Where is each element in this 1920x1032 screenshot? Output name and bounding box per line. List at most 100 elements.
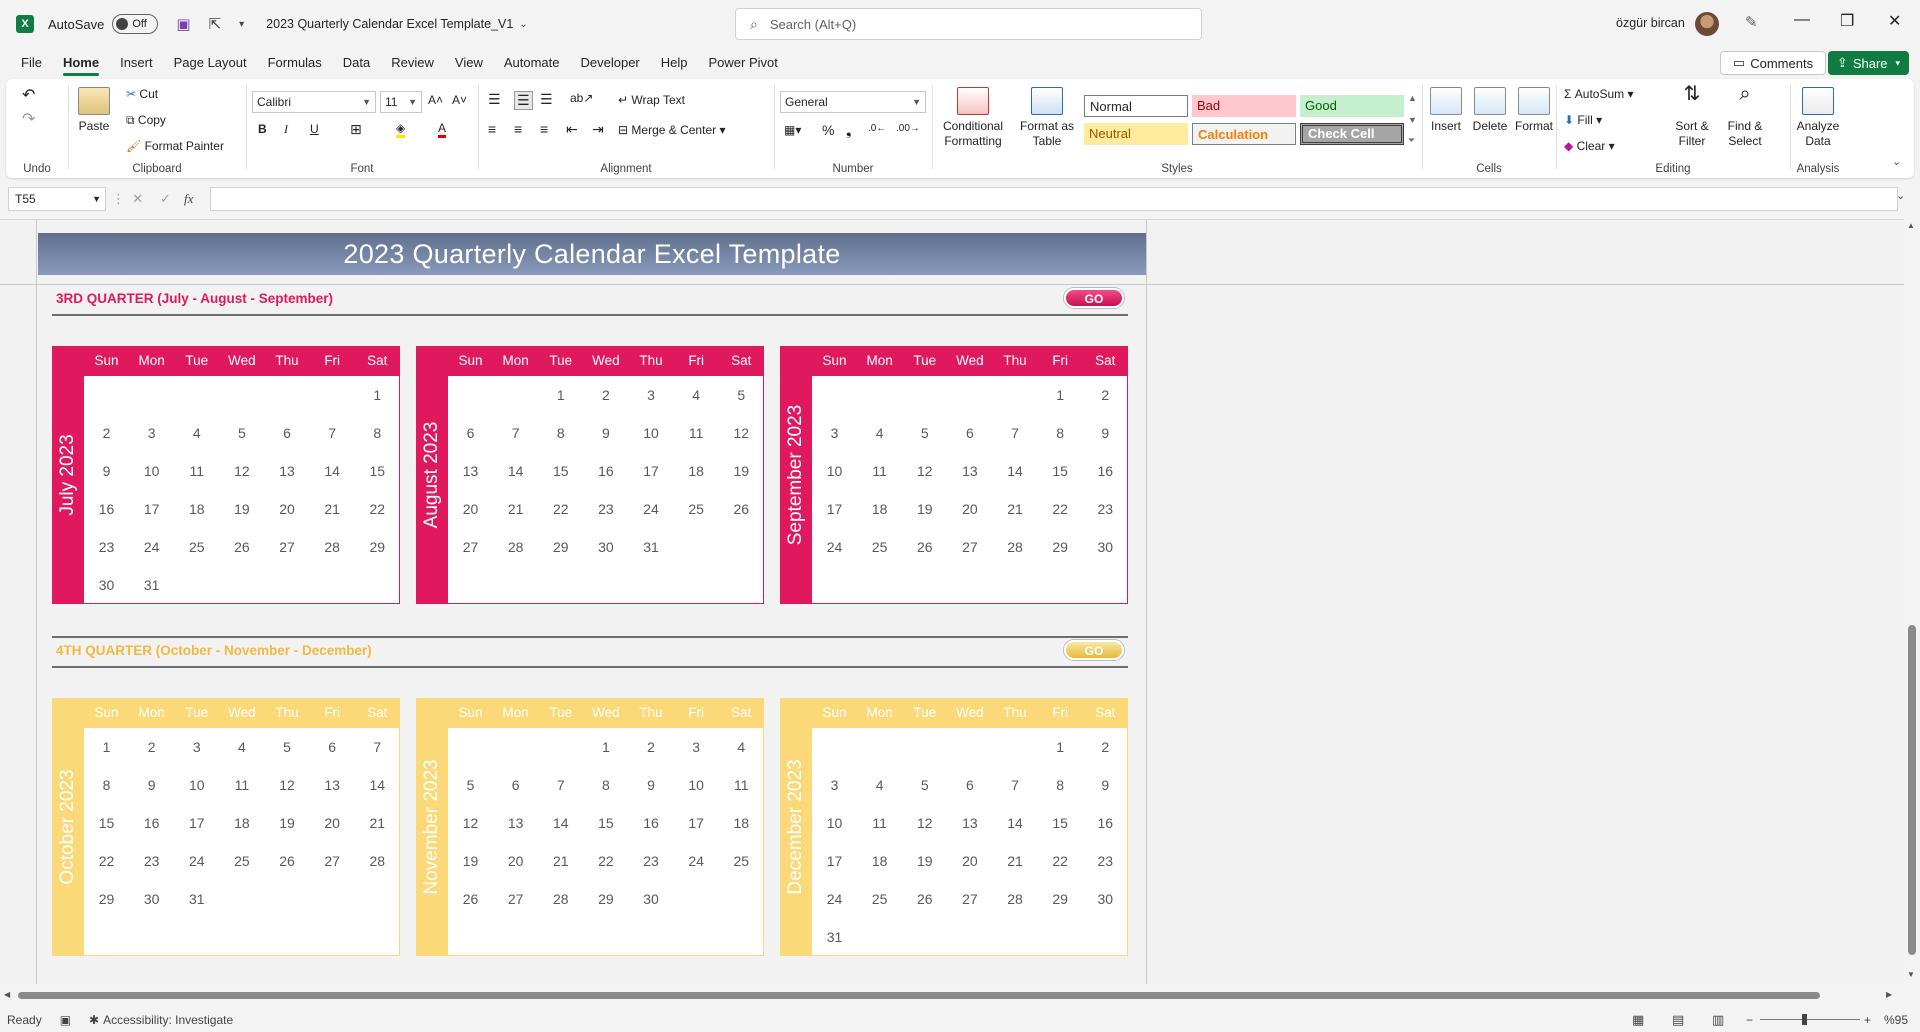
insert-function-button[interactable]: fx <box>184 191 193 207</box>
decrease-decimal-icon[interactable]: .00→ <box>896 123 920 134</box>
day-cell[interactable]: 20 <box>448 490 493 528</box>
day-cell[interactable]: 13 <box>448 452 493 490</box>
day-cell[interactable]: 11 <box>857 804 902 842</box>
day-cell[interactable]: 21 <box>993 490 1038 528</box>
horizontal-scroll-thumb[interactable] <box>18 992 1820 999</box>
day-cell[interactable]: 17 <box>129 490 174 528</box>
day-cell[interactable]: 5 <box>448 766 493 804</box>
day-cell[interactable]: 31 <box>629 528 674 566</box>
fill-color-icon[interactable]: ◈ <box>396 121 406 138</box>
day-cell[interactable]: 24 <box>812 880 857 918</box>
day-cell[interactable]: 21 <box>993 842 1038 880</box>
zoom-slider-thumb[interactable] <box>1802 1014 1807 1025</box>
day-cell[interactable]: 11 <box>857 452 902 490</box>
collapse-ribbon-icon[interactable]: ⌄ <box>1892 155 1901 168</box>
wrap-text-button[interactable]: ↵ Wrap Text <box>618 93 685 107</box>
style-calculation[interactable]: Calculation <box>1192 123 1296 145</box>
day-cell[interactable]: 21 <box>538 842 583 880</box>
copy-button[interactable]: ⧉ Copy <box>126 113 166 128</box>
save-icon[interactable]: ▣ <box>176 15 190 33</box>
day-cell[interactable]: 7 <box>355 728 400 766</box>
day-cell[interactable]: 1 <box>84 728 129 766</box>
analyze-data-button[interactable]: Analyze Data <box>1794 87 1842 149</box>
conditional-formatting-button[interactable]: Conditional Formatting <box>938 87 1008 149</box>
day-cell[interactable]: 8 <box>355 414 400 452</box>
day-cell[interactable]: 29 <box>583 880 628 918</box>
day-cell[interactable]: 4 <box>674 376 719 414</box>
day-cell[interactable]: 6 <box>493 766 538 804</box>
day-cell[interactable]: 17 <box>812 842 857 880</box>
day-cell[interactable]: 23 <box>1083 490 1128 528</box>
day-cell[interactable]: 12 <box>902 804 947 842</box>
day-cell[interactable]: 29 <box>1038 880 1083 918</box>
day-cell[interactable]: 8 <box>583 766 628 804</box>
day-cell[interactable]: 17 <box>812 490 857 528</box>
day-cell[interactable]: 10 <box>174 766 219 804</box>
sort-filter-button[interactable]: ⇅ Sort & Filter <box>1668 84 1716 149</box>
day-cell[interactable]: 13 <box>947 804 992 842</box>
find-select-button[interactable]: ⌕ Find & Select <box>1720 84 1770 149</box>
day-cell[interactable]: 31 <box>129 566 174 604</box>
day-cell[interactable]: 2 <box>84 414 129 452</box>
scroll-left-icon[interactable]: ◀ <box>4 990 10 999</box>
day-cell[interactable]: 20 <box>947 842 992 880</box>
style-good[interactable]: Good <box>1300 95 1404 117</box>
day-cell[interactable]: 7 <box>310 414 355 452</box>
day-cell[interactable]: 11 <box>174 452 219 490</box>
day-cell[interactable]: 30 <box>129 880 174 918</box>
day-cell[interactable]: 15 <box>538 452 583 490</box>
day-cell[interactable]: 26 <box>265 842 310 880</box>
user-name[interactable]: özgür bircan <box>1616 16 1685 30</box>
day-cell[interactable]: 27 <box>265 528 310 566</box>
orientation-icon[interactable]: ab↗ <box>570 91 593 105</box>
day-cell[interactable]: 15 <box>1038 452 1083 490</box>
day-cell[interactable]: 19 <box>902 490 947 528</box>
day-cell[interactable]: 13 <box>493 804 538 842</box>
fill-button[interactable]: ⬇ Fill ▾ <box>1564 113 1602 127</box>
day-cell[interactable]: 18 <box>857 842 902 880</box>
autosum-button[interactable]: Σ AutoSum ▾ <box>1564 87 1633 101</box>
day-cell[interactable]: 29 <box>355 528 400 566</box>
increase-font-icon[interactable]: A˄ <box>428 93 443 107</box>
day-cell[interactable]: 9 <box>1083 414 1128 452</box>
comments-button[interactable]: ▭ Comments <box>1720 51 1826 75</box>
day-cell[interactable]: 1 <box>1038 728 1083 766</box>
day-cell[interactable]: 3 <box>812 414 857 452</box>
day-cell[interactable]: 10 <box>629 414 674 452</box>
day-cell[interactable]: 8 <box>1038 414 1083 452</box>
day-cell[interactable]: 25 <box>174 528 219 566</box>
day-cell[interactable]: 5 <box>219 414 264 452</box>
day-cell[interactable]: 30 <box>1083 528 1128 566</box>
day-cell[interactable]: 17 <box>629 452 674 490</box>
day-cell[interactable]: 30 <box>84 566 129 604</box>
day-cell[interactable]: 11 <box>674 414 719 452</box>
zoom-slider[interactable] <box>1760 1019 1860 1020</box>
day-cell[interactable]: 30 <box>629 880 674 918</box>
tab-view[interactable]: View <box>455 48 483 78</box>
tab-insert[interactable]: Insert <box>120 48 153 78</box>
day-cell[interactable]: 27 <box>947 880 992 918</box>
day-cell[interactable]: 28 <box>538 880 583 918</box>
vertical-scroll-thumb[interactable] <box>1908 625 1916 955</box>
style-bad[interactable]: Bad <box>1192 95 1296 117</box>
day-cell[interactable]: 9 <box>583 414 628 452</box>
font-name-dropdown[interactable]: Calibri ▼ <box>252 91 376 113</box>
increase-indent-icon[interactable]: ⇥ <box>592 121 604 138</box>
redo-icon[interactable]: ↷ <box>22 109 35 129</box>
day-cell[interactable]: 1 <box>355 376 400 414</box>
day-cell[interactable]: 7 <box>993 414 1038 452</box>
day-cell[interactable]: 2 <box>583 376 628 414</box>
tab-data[interactable]: Data <box>343 48 370 78</box>
day-cell[interactable]: 17 <box>174 804 219 842</box>
day-cell[interactable]: 28 <box>993 528 1038 566</box>
scroll-up-icon[interactable]: ▲ <box>1907 221 1915 230</box>
day-cell[interactable]: 15 <box>355 452 400 490</box>
day-cell[interactable]: 21 <box>493 490 538 528</box>
cancel-icon[interactable]: ⋮ ✕ <box>112 191 143 207</box>
day-cell[interactable]: 9 <box>1083 766 1128 804</box>
go-button[interactable]: GO <box>1064 288 1124 308</box>
tab-file[interactable]: File <box>21 48 42 78</box>
align-top-icon[interactable]: ☰ <box>488 91 501 108</box>
day-cell[interactable]: 25 <box>719 842 764 880</box>
day-cell[interactable]: 3 <box>629 376 674 414</box>
